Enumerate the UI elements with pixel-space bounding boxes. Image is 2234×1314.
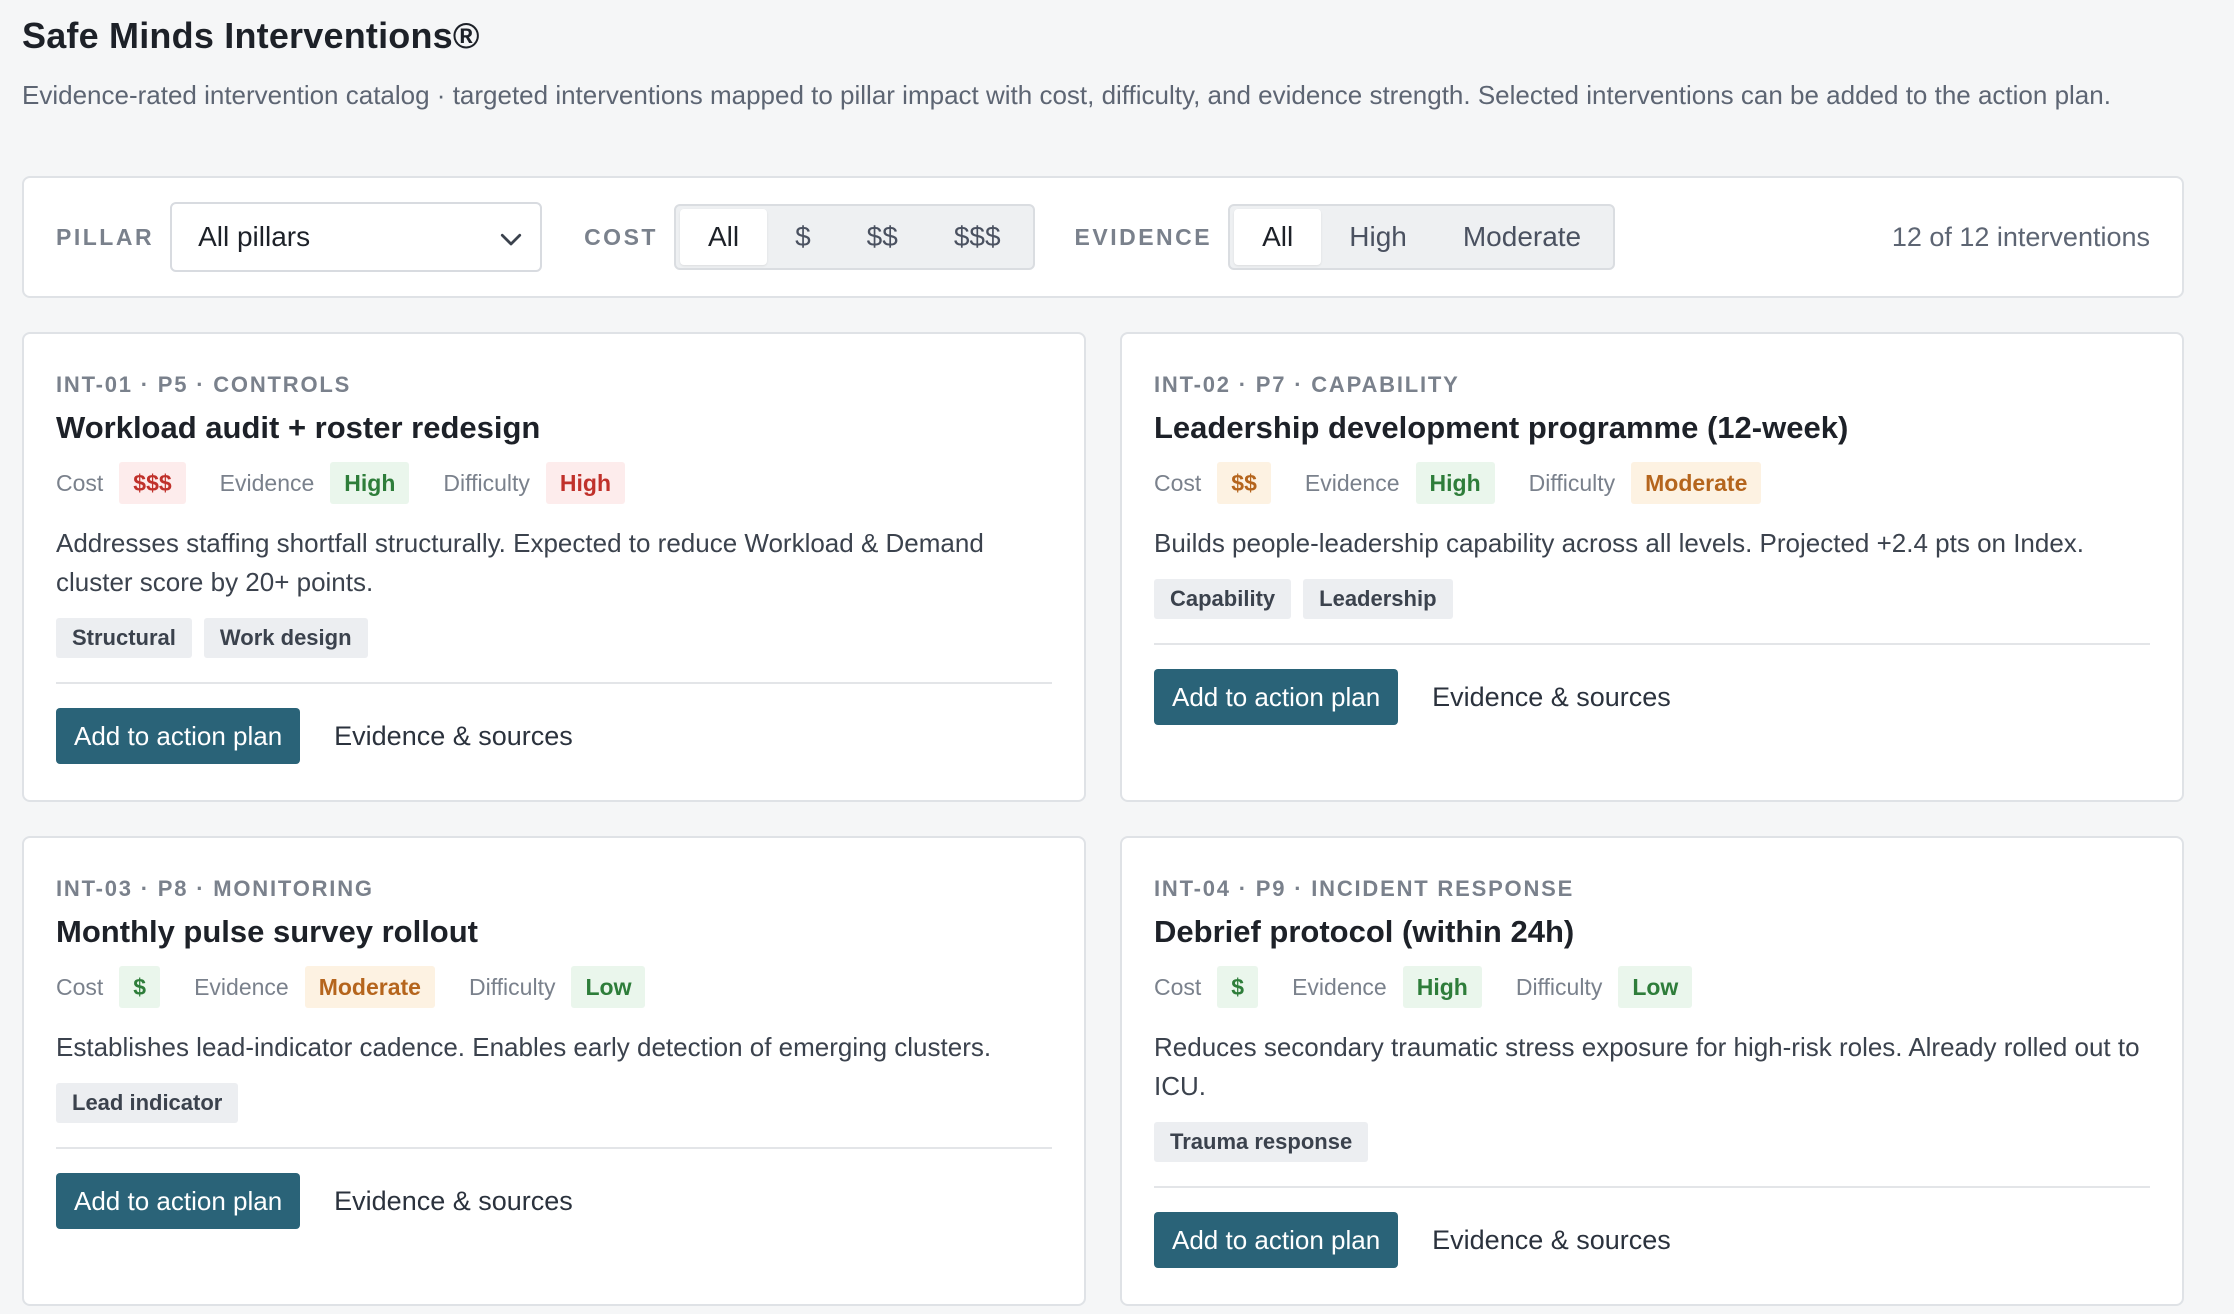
cost-filter-label: COST (584, 223, 658, 250)
evidence-label: Evidence (1292, 973, 1387, 1000)
filter-bar: PILLAR All pillars COST All $ $$ $$$ EVI… (22, 176, 2184, 298)
evidence-filter-group: All High Moderate (1228, 204, 1616, 270)
card-description: Establishes lead-indicator cadence. Enab… (56, 1032, 992, 1062)
pillar-select-value: All pillars (198, 221, 311, 252)
evidence-label: Evidence (219, 469, 315, 496)
cost-badge: $$ (1217, 462, 1271, 504)
add-to-action-plan-button[interactable]: Add to action plan (1154, 669, 1399, 725)
interventions-page: Safe Minds Interventions® Evidence-rated… (22, 0, 2184, 1306)
card-tags: Lead indicator (56, 1083, 1052, 1123)
cost-option-high[interactable]: $$$ (926, 209, 1029, 265)
difficulty-badge: Low (1618, 966, 1693, 1008)
card-metrics: Cost $ Evidence High Difficulty Low (1154, 966, 2150, 1008)
difficulty-label: Difficulty (1515, 973, 1603, 1000)
pillar-select[interactable]: All pillars (170, 202, 543, 272)
divider (56, 682, 1052, 684)
chevron-down-icon (500, 233, 522, 246)
add-to-action-plan-button[interactable]: Add to action plan (56, 708, 301, 764)
card-actions: Add to action plan Evidence & sources (56, 708, 1052, 764)
card-meta: INT-01 · P5 · CONTROLS (56, 372, 352, 397)
difficulty-badge: Moderate (1631, 462, 1762, 504)
divider (56, 1147, 1052, 1149)
evidence-badge: High (1415, 462, 1495, 504)
cost-badge: $ (1217, 966, 1259, 1008)
evidence-label: Evidence (194, 973, 289, 1000)
difficulty-badge: High (545, 462, 626, 504)
evidence-sources-link[interactable]: Evidence & sources (1432, 682, 1671, 713)
divider (1154, 1186, 2150, 1188)
evidence-sources-link[interactable]: Evidence & sources (334, 721, 573, 752)
card-tags: Capability Leadership (1154, 579, 2150, 619)
cost-badge: $ (119, 966, 161, 1008)
evidence-badge: High (330, 462, 410, 504)
card-meta: INT-03 · P8 · MONITORING (56, 876, 374, 901)
cost-badge: $$$ (119, 462, 186, 504)
tag: Leadership (1303, 579, 1453, 619)
cost-label: Cost (56, 469, 104, 496)
add-to-action-plan-button[interactable]: Add to action plan (56, 1173, 301, 1229)
intervention-card: INT-04 · P9 · INCIDENT RESPONSE Debrief … (1120, 836, 2184, 1306)
evidence-label: Evidence (1304, 469, 1400, 496)
page-title: Safe Minds Interventions® (22, 15, 480, 56)
evidence-sources-link[interactable]: Evidence & sources (334, 1186, 573, 1217)
cost-option-medium[interactable]: $$ (839, 209, 926, 265)
card-tags: Trauma response (1154, 1122, 2150, 1162)
card-description: Addresses staffing shortfall structurall… (56, 528, 984, 597)
card-metrics: Cost $$ Evidence High Difficulty Moderat… (1154, 462, 2150, 504)
intervention-card: INT-03 · P8 · MONITORING Monthly pulse s… (22, 836, 1086, 1306)
card-title: Leadership development programme (12-wee… (1154, 410, 1849, 445)
cost-label: Cost (1154, 973, 1202, 1000)
cost-filter-group: All $ $$ $$$ (673, 204, 1035, 270)
add-to-action-plan-button[interactable]: Add to action plan (1154, 1212, 1399, 1268)
card-actions: Add to action plan Evidence & sources (56, 1173, 1052, 1229)
difficulty-label: Difficulty (443, 469, 530, 496)
difficulty-label: Difficulty (468, 973, 556, 1000)
card-metrics: Cost $$$ Evidence High Difficulty High (56, 462, 1052, 504)
card-actions: Add to action plan Evidence & sources (1154, 669, 2150, 725)
intervention-card: INT-02 · P7 · CAPABILITY Leadership deve… (1120, 332, 2184, 802)
evidence-filter-label: EVIDENCE (1074, 223, 1213, 250)
evidence-sources-link[interactable]: Evidence & sources (1432, 1225, 1671, 1256)
divider (1154, 643, 2150, 645)
tag: Structural (56, 618, 192, 658)
card-title: Debrief protocol (within 24h) (1154, 914, 1575, 949)
cost-label: Cost (1154, 469, 1202, 496)
evidence-option-moderate[interactable]: Moderate (1435, 209, 1609, 265)
card-meta: INT-04 · P9 · INCIDENT RESPONSE (1154, 876, 1575, 901)
tag: Trauma response (1154, 1122, 1369, 1162)
page-subtitle: Evidence-rated intervention catalog · ta… (22, 80, 2111, 110)
card-metrics: Cost $ Evidence Moderate Difficulty Low (56, 966, 1052, 1008)
difficulty-label: Difficulty (1528, 469, 1616, 496)
tag: Lead indicator (56, 1083, 239, 1123)
cost-option-all[interactable]: All (679, 209, 768, 265)
evidence-badge: Moderate (304, 966, 435, 1008)
card-tags: Structural Work design (56, 618, 1052, 658)
card-title: Workload audit + roster redesign (56, 410, 541, 445)
tag: Work design (203, 618, 368, 658)
card-description: Reduces secondary traumatic stress expos… (1154, 1032, 2140, 1101)
card-meta: INT-02 · P7 · CAPABILITY (1154, 372, 1460, 397)
card-title: Monthly pulse survey rollout (56, 914, 478, 949)
card-actions: Add to action plan Evidence & sources (1154, 1212, 2150, 1268)
result-count: 12 of 12 interventions (1891, 221, 2150, 252)
evidence-badge: High (1402, 966, 1482, 1008)
pillar-filter-label: PILLAR (56, 223, 155, 250)
evidence-option-all[interactable]: All (1234, 209, 1322, 265)
difficulty-badge: Low (571, 966, 646, 1008)
cost-option-low[interactable]: $ (767, 209, 839, 265)
cost-label: Cost (56, 973, 104, 1000)
intervention-card: INT-01 · P5 · CONTROLS Workload audit + … (22, 332, 1086, 802)
evidence-option-high[interactable]: High (1321, 209, 1435, 265)
card-description: Builds people-leadership capability acro… (1154, 528, 2085, 558)
tag: Capability (1154, 579, 1292, 619)
